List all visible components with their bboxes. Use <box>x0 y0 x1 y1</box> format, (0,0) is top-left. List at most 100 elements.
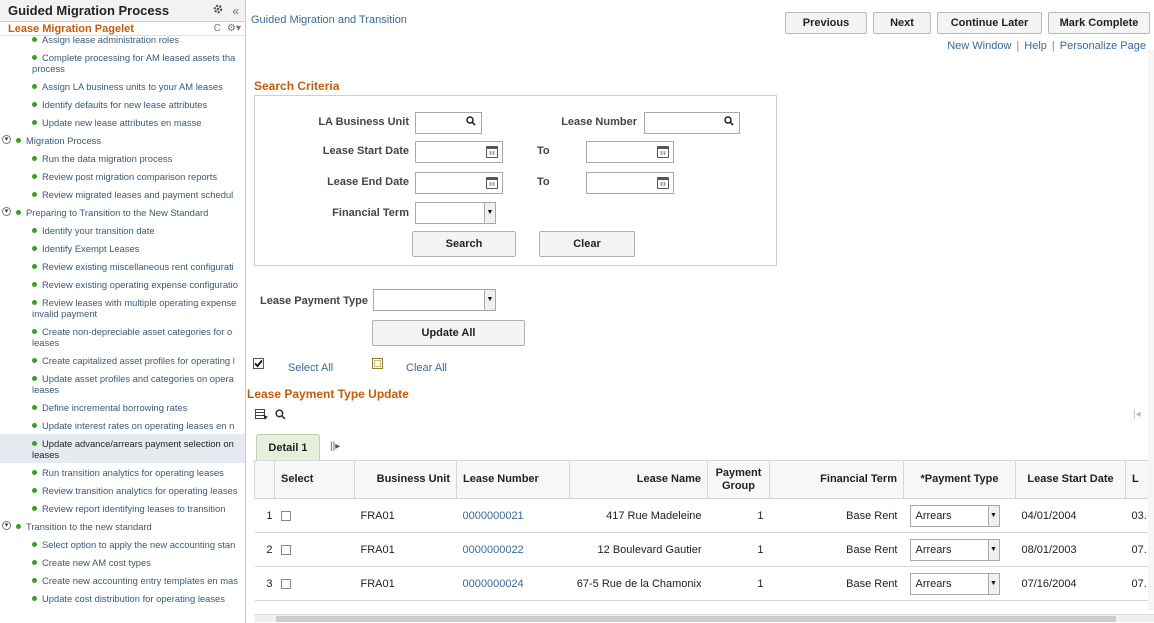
tab-detail-1[interactable]: Detail 1 <box>256 434 320 460</box>
tree-group[interactable]: ▾ Preparing to Transition to the New Stan… <box>0 203 245 221</box>
tree-step[interactable]: Review migrated leases and payment sched… <box>0 185 245 203</box>
tree-step[interactable]: Review leases with multiple operating ex… <box>0 293 245 322</box>
tree-group[interactable]: ▾ Migration Process <box>0 131 245 149</box>
la-business-unit-input[interactable] <box>415 112 482 134</box>
bullet-icon <box>32 358 37 363</box>
row-select-checkbox[interactable] <box>280 544 291 555</box>
continue-later-button[interactable]: Continue Later <box>937 12 1042 34</box>
show-all-columns-icon[interactable]: ||▸ <box>330 441 340 452</box>
column-header[interactable]: *Payment Type <box>903 460 1016 499</box>
tree-item-label-continued: leases <box>32 384 60 395</box>
select-all-link[interactable]: Select All <box>288 362 333 374</box>
expand-toggle-icon[interactable]: ▾ <box>2 207 11 216</box>
tree-step[interactable]: Update cost distribution for operating l… <box>0 589 245 607</box>
chevron-down-icon[interactable]: ▼ <box>484 203 495 223</box>
column-header[interactable]: Business Unit <box>354 460 457 499</box>
chevron-down-icon[interactable]: ▼ <box>987 573 999 594</box>
tree-step[interactable]: Review post migration comparison reports <box>0 167 245 185</box>
lease-number-link[interactable]: 0000000022 <box>463 544 524 556</box>
lease-end-date-from-input[interactable] <box>415 172 503 194</box>
expand-toggle-icon[interactable]: ▾ <box>2 135 11 144</box>
tree-step[interactable]: Identify defaults for new lease attribut… <box>0 95 245 113</box>
scroll-thumb[interactable] <box>276 616 1116 622</box>
tree-step[interactable]: Review transition analytics for operatin… <box>0 481 245 499</box>
chevron-down-icon[interactable]: ▼ <box>987 539 999 560</box>
help-link[interactable]: Help <box>1024 40 1047 52</box>
tree-step[interactable]: Identify Exempt Leases <box>0 239 245 257</box>
tree-group[interactable]: ▾ Transition to the new standard <box>0 517 245 535</box>
first-page-icon[interactable]: |◂ <box>1133 409 1141 420</box>
lease-start-date-to-input[interactable] <box>586 141 674 163</box>
tree-step[interactable]: Update advance/arrears payment selection… <box>0 434 245 463</box>
tree-step[interactable]: Update interest rates on operating lease… <box>0 416 245 434</box>
lease-number-link[interactable]: 0000000024 <box>463 578 524 590</box>
search-icon[interactable] <box>466 116 476 129</box>
calendar-icon[interactable] <box>486 146 498 158</box>
tree-step[interactable]: Update new lease attributes en masse <box>0 113 245 131</box>
tree-step[interactable]: Create non-depreciable asset categories … <box>0 322 245 351</box>
empty-checkbox-icon[interactable] <box>372 358 383 372</box>
row-select-checkbox[interactable] <box>280 578 291 589</box>
expand-toggle-icon[interactable]: ▾ <box>2 521 11 530</box>
gear-icon[interactable] <box>212 3 224 18</box>
tree-step[interactable]: Review existing miscellaneous rent confi… <box>0 257 245 275</box>
tree-step[interactable]: Run transition analytics for operating l… <box>0 463 245 481</box>
clear-button[interactable]: Clear <box>539 231 635 257</box>
tree-step[interactable]: Create new AM cost types <box>0 553 245 571</box>
bullet-icon <box>32 578 37 583</box>
tree-step[interactable]: Create capitalized asset profiles for op… <box>0 351 245 369</box>
bullet-icon <box>32 470 37 475</box>
checkmark-icon[interactable] <box>253 358 264 372</box>
tree-step[interactable]: Define incremental borrowing rates <box>0 398 245 416</box>
lease-start-date-from-input[interactable] <box>415 141 503 163</box>
tree-item-label: Identify Exempt Leases <box>42 243 140 254</box>
collapse-icon[interactable]: « <box>232 4 239 18</box>
chevron-down-icon[interactable]: ▼ <box>987 505 999 526</box>
refresh-icon[interactable]: C <box>214 23 221 34</box>
search-button[interactable]: Search <box>412 231 516 257</box>
previous-button[interactable]: Previous <box>785 12 867 34</box>
lease-payment-type-select[interactable]: ▼ <box>373 289 496 311</box>
search-icon[interactable] <box>724 116 734 129</box>
horizontal-scrollbar[interactable] <box>254 614 1154 622</box>
calendar-icon[interactable] <box>486 177 498 189</box>
column-header[interactable]: Lease Name <box>569 460 708 499</box>
column-header[interactable]: Payment Group <box>707 460 770 499</box>
personalize-page-link[interactable]: Personalize Page <box>1060 40 1146 52</box>
mark-complete-button[interactable]: Mark Complete <box>1048 12 1150 34</box>
vertical-scrollbar[interactable] <box>1148 50 1154 610</box>
payment-type-select[interactable]: Arrears ▼ <box>909 504 1000 527</box>
grid-search-icon[interactable] <box>275 409 286 423</box>
calendar-icon[interactable] <box>657 146 669 158</box>
tree-step[interactable]: Update asset profiles and categories on … <box>0 369 245 398</box>
new-window-link[interactable]: New Window <box>947 40 1011 52</box>
grid-personalize-icon[interactable] <box>255 409 269 423</box>
column-header[interactable]: Select <box>274 460 355 499</box>
column-header[interactable]: Lease Number <box>456 460 570 499</box>
tree-step[interactable]: Review existing operating expense config… <box>0 275 245 293</box>
financial-term-select[interactable]: ▼ <box>415 202 496 224</box>
column-header[interactable]: Lease Start Date <box>1015 460 1126 499</box>
tree-step[interactable]: Complete processing for AM leased assets… <box>0 48 245 77</box>
bullet-icon <box>32 102 37 107</box>
tree-step[interactable]: Identify your transition date <box>0 221 245 239</box>
calendar-icon[interactable] <box>657 177 669 189</box>
tree-step[interactable]: Assign lease administration roles <box>0 36 245 48</box>
tree-step[interactable]: Select option to apply the new accountin… <box>0 535 245 553</box>
lease-number-input[interactable] <box>644 112 740 134</box>
settings-menu-icon[interactable]: ⚙▾ <box>227 23 241 34</box>
row-select-checkbox[interactable] <box>280 510 291 521</box>
column-header[interactable]: Financial Term <box>769 460 904 499</box>
payment-type-select[interactable]: Arrears ▼ <box>909 538 1000 561</box>
tree-step[interactable]: Run the data migration process <box>0 149 245 167</box>
next-button[interactable]: Next <box>873 12 931 34</box>
tree-step[interactable]: Review report identifying leases to tran… <box>0 499 245 517</box>
chevron-down-icon[interactable]: ▼ <box>484 290 495 310</box>
tree-step[interactable]: Create new accounting entry templates en… <box>0 571 245 589</box>
clear-all-link[interactable]: Clear All <box>406 362 447 374</box>
tree-step[interactable]: Assign LA business units to your AM leas… <box>0 77 245 95</box>
lease-number-link[interactable]: 0000000021 <box>463 510 524 522</box>
payment-type-select[interactable]: Arrears ▼ <box>909 572 1000 595</box>
update-all-button[interactable]: Update All <box>372 320 525 346</box>
lease-end-date-to-input[interactable] <box>586 172 674 194</box>
